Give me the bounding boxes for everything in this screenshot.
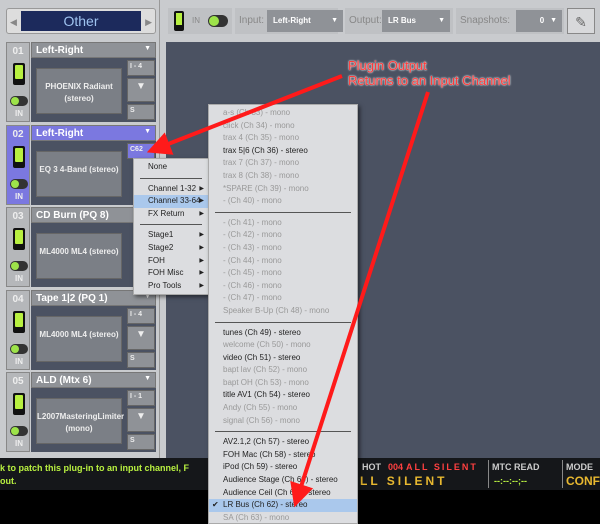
annotation-arrows <box>146 74 430 508</box>
arrow-to-c62 <box>146 74 343 155</box>
arrow-to-lr-bus <box>290 91 430 508</box>
